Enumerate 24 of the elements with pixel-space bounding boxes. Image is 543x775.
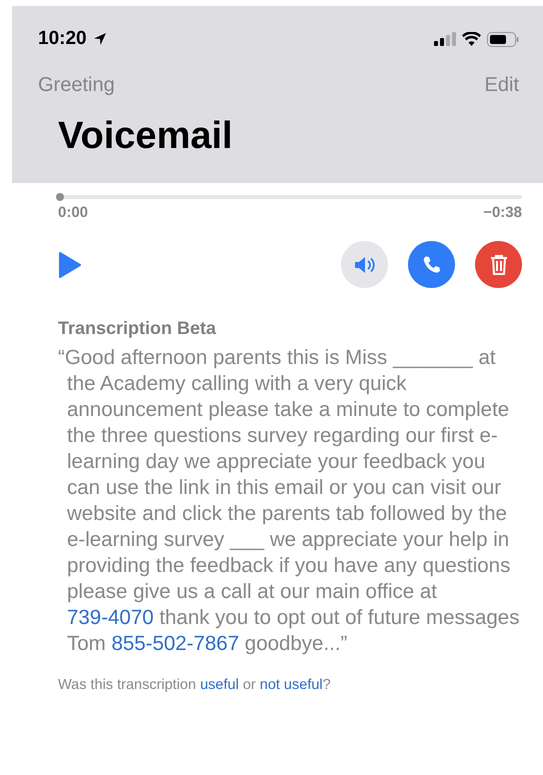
feedback-link[interactable]: not useful <box>260 677 323 693</box>
status-time: 10:20 <box>38 28 87 50</box>
edit-button[interactable]: Edit <box>484 74 519 97</box>
call-button[interactable] <box>408 241 455 288</box>
greeting-button[interactable]: Greeting <box>38 74 115 97</box>
feedback-prompt: Was this transcription useful or not useful? <box>58 677 332 693</box>
transcription-text: “Good afternoon parents this is Miss _______ at the Academy calling with a very quick announcement please take a minute to complete the three questions survey regarding our first e-learning day we appreciate your feedback you can use the link in this email or you can visit our website and click the parents tab followed by the e-learning survey ___ we appreciate your help in providing the feedback if you have any questions please give us a call at our main office at 739-4070 thank you to opt out of future messages Tom 855-502-7867 goodbye...” <box>58 345 520 657</box>
phone-link[interactable]: 855-502-7867 <box>111 632 240 655</box>
phone-icon <box>422 254 442 274</box>
signal-icon <box>434 32 456 46</box>
trash-icon <box>490 254 508 276</box>
play-icon[interactable] <box>58 250 82 278</box>
elapsed-time: 0:00 <box>58 204 88 221</box>
transcription-heading: Transcription Beta <box>58 318 218 339</box>
battery-icon <box>487 32 519 46</box>
delete-button[interactable] <box>475 241 522 288</box>
speaker-icon <box>354 256 376 274</box>
phone-link[interactable]: 739-4070 <box>67 606 154 629</box>
page-title: Voicemail <box>58 115 234 158</box>
speaker-button[interactable] <box>341 241 388 288</box>
location-arrow-icon <box>92 32 107 46</box>
remaining-time: −0:38 <box>483 204 522 221</box>
wifi-icon <box>462 32 481 46</box>
feedback-link[interactable]: useful <box>200 677 239 693</box>
